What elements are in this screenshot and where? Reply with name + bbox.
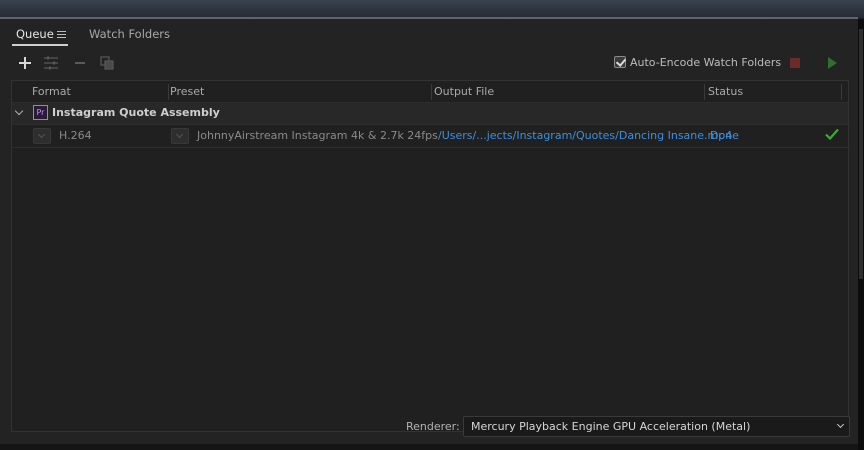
table-row[interactable]: H.264 JohnnyAirstream Instagram 4k & 2.7… xyxy=(12,124,850,148)
renderer-select[interactable]: Mercury Playback Engine GPU Acceleration… xyxy=(463,416,850,437)
output-file-link[interactable]: /Users/...jects/Instagram/Quotes/Dancing… xyxy=(438,129,732,142)
renderer-value: Mercury Playback Engine GPU Acceleration… xyxy=(471,420,751,433)
chevron-down-icon[interactable] xyxy=(14,106,24,116)
active-tab-indicator xyxy=(12,44,68,46)
status-value: Done xyxy=(710,129,739,142)
premiere-pro-icon: Pr xyxy=(33,105,48,120)
chevron-down-icon[interactable] xyxy=(836,420,845,429)
minus-icon[interactable] xyxy=(71,54,89,72)
panel-tabs: Queue Watch Folders xyxy=(0,19,858,47)
panel-menu-icon[interactable] xyxy=(57,31,66,40)
panel-bottom-edge xyxy=(0,444,858,450)
queue-toolbar: Auto-Encode Watch Folders xyxy=(0,54,858,76)
column-header-status[interactable]: Status xyxy=(708,85,743,98)
column-header-format[interactable]: Format xyxy=(32,85,71,98)
table-header: Format Preset Output File Status xyxy=(12,81,848,103)
window-top-strip xyxy=(0,0,864,19)
auto-encode-checkbox[interactable] xyxy=(614,56,626,68)
tab-watch-folders[interactable]: Watch Folders xyxy=(89,27,170,41)
column-divider[interactable] xyxy=(704,84,705,100)
checkmark-icon xyxy=(825,128,839,141)
play-icon[interactable] xyxy=(828,57,837,69)
queue-panel: Queue Watch Folders Auto-Encode Watch Fo… xyxy=(0,19,858,450)
column-divider[interactable] xyxy=(431,84,432,100)
column-divider xyxy=(841,84,842,100)
format-value[interactable]: H.264 xyxy=(59,129,92,142)
renderer-label: Renderer: xyxy=(406,420,460,433)
duplicate-icon[interactable] xyxy=(98,54,116,72)
sliders-icon[interactable] xyxy=(42,54,60,72)
queue-group-row[interactable]: Pr Instagram Quote Assembly xyxy=(12,103,848,124)
column-divider[interactable] xyxy=(168,84,169,100)
auto-encode-label: Auto-Encode Watch Folders xyxy=(630,56,782,69)
tab-queue[interactable]: Queue xyxy=(16,27,54,41)
right-edge-scroll xyxy=(858,19,864,450)
column-header-preset[interactable]: Preset xyxy=(170,85,204,98)
column-header-output-file[interactable]: Output File xyxy=(434,85,494,98)
preset-dropdown[interactable] xyxy=(171,128,189,144)
stop-icon[interactable] xyxy=(790,58,800,68)
format-dropdown[interactable] xyxy=(33,128,51,144)
queue-table: Format Preset Output File Status Pr Inst… xyxy=(11,80,850,432)
group-title: Instagram Quote Assembly xyxy=(52,106,220,119)
plus-icon[interactable] xyxy=(16,54,34,72)
preset-value[interactable]: JohnnyAirstream Instagram 4k & 2.7k 24fp… xyxy=(197,129,438,142)
